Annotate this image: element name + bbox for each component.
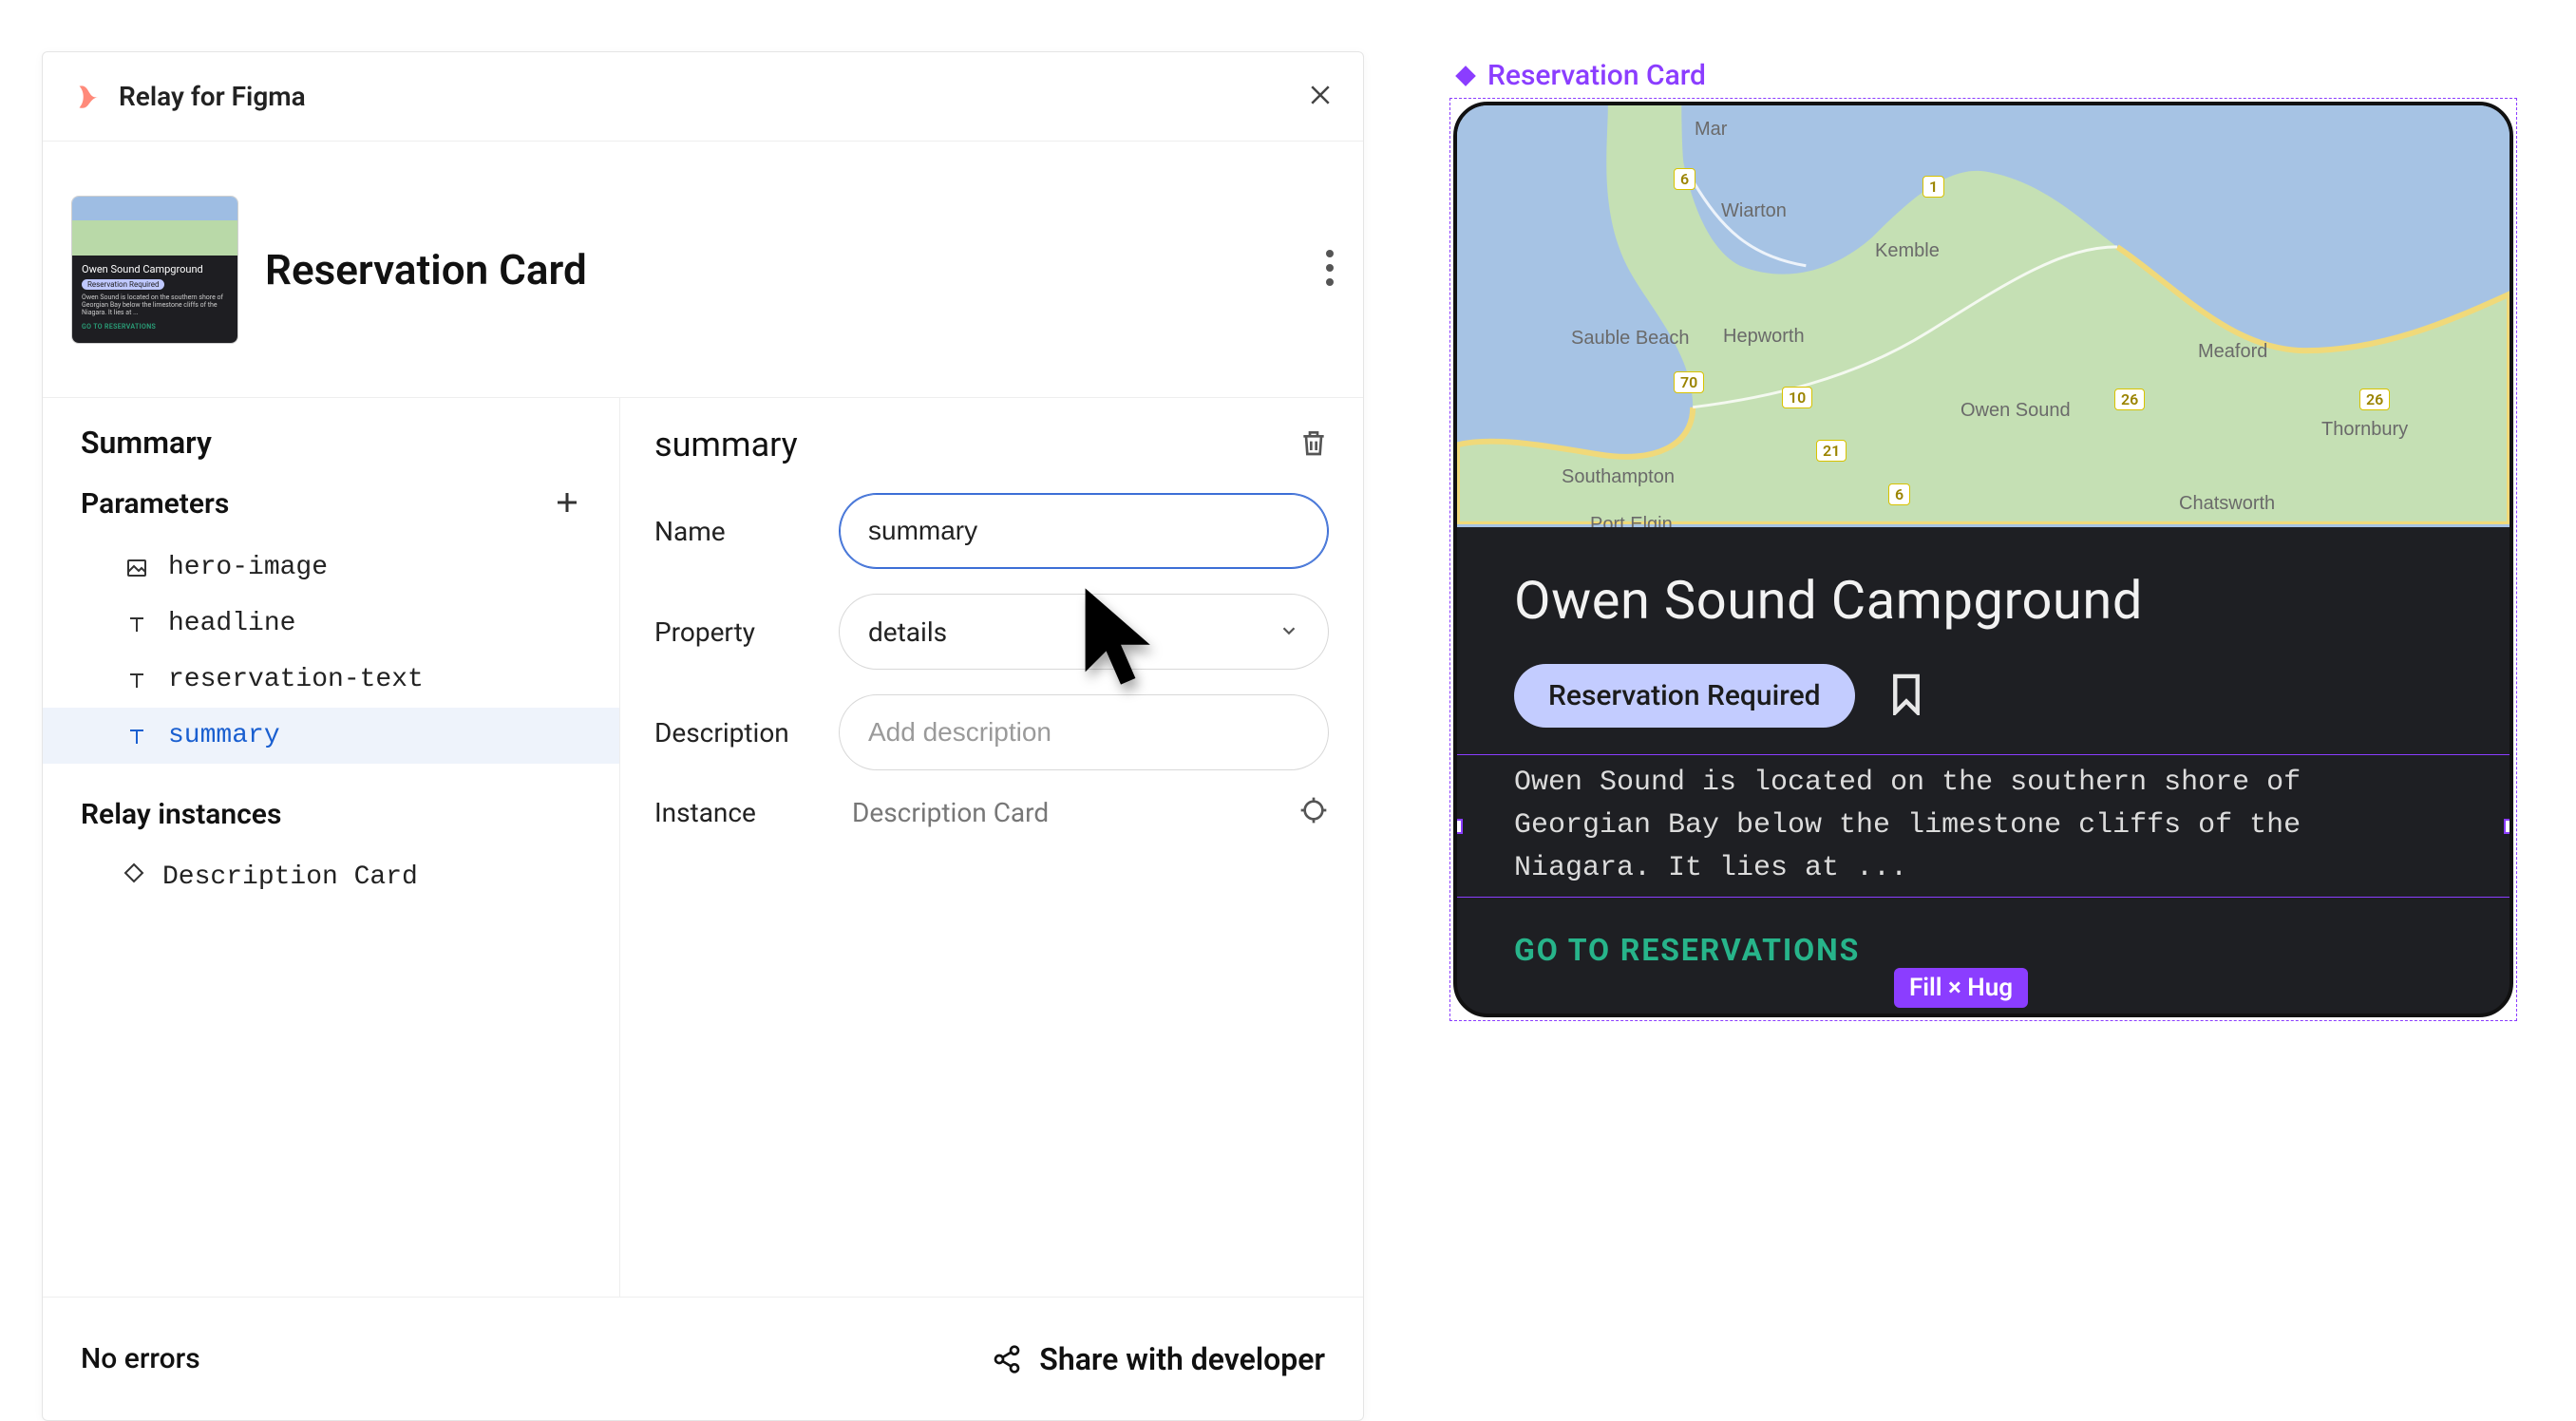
share-label: Share with developer (1039, 1341, 1325, 1377)
name-input[interactable] (839, 493, 1329, 569)
more-menu-button[interactable] (1325, 249, 1335, 291)
param-label: headline (168, 609, 295, 638)
card-body: Owen Sound Campground Reservation Requir… (1457, 527, 2510, 1014)
instance-item-description-card[interactable]: Description Card (43, 848, 619, 906)
component-header: Owen Sound Campground Reservation Requir… (43, 142, 1363, 398)
design-canvas: Reservation Card Mar Wiarton Kemble Saub… (1453, 59, 2513, 1017)
map-place-owen: Owen Sound (1960, 400, 2071, 422)
component-badge-label: Reservation Card (1487, 59, 1706, 92)
map-place-chatsworth: Chatsworth (2179, 493, 2275, 515)
instance-label-text: Instance (654, 797, 816, 828)
panel-body: Summary Parameters hero-image (43, 398, 1363, 1297)
text-icon (123, 725, 151, 748)
property-value: details (868, 616, 947, 648)
instance-value: Description Card (852, 797, 1049, 828)
map-place-wiarton: Wiarton (1721, 200, 1787, 222)
component-diamond-icon (1453, 64, 1478, 88)
component-thumbnail: Owen Sound Campground Reservation Requir… (71, 196, 238, 344)
card-summary-text: Owen Sound is located on the southern sh… (1514, 762, 2453, 890)
text-icon (123, 613, 151, 635)
property-label: Property (654, 616, 816, 648)
text-icon (123, 669, 151, 692)
param-item-hero-image[interactable]: hero-image (43, 540, 619, 596)
hero-map: Mar Wiarton Kemble Sauble Beach Hepworth… (1457, 105, 2510, 527)
meta-row: Reservation Required (1514, 664, 2453, 728)
name-label: Name (654, 516, 816, 547)
map-place-portelgin: Port Elgin (1590, 514, 1673, 527)
map-place-southampton: Southampton (1562, 466, 1675, 488)
plugin-title: Relay for Figma (119, 81, 306, 112)
relay-instances-heading: Relay instances (43, 764, 619, 848)
left-column: Summary Parameters hero-image (43, 398, 620, 1297)
locate-instance-button[interactable] (1298, 795, 1329, 829)
instance-label: Description Card (162, 862, 418, 892)
add-parameter-button[interactable] (553, 488, 581, 521)
error-status: No errors (81, 1342, 200, 1375)
selection-size-badge: Fill × Hug (1894, 968, 2028, 1008)
component-badge[interactable]: Reservation Card (1453, 59, 2513, 92)
summary-selection-wrap: Owen Sound is located on the southern sh… (1514, 762, 2453, 890)
param-label: summary (168, 721, 280, 750)
selection-handle-right[interactable] (2504, 819, 2513, 834)
param-label: reservation-text (168, 665, 424, 694)
relay-plugin-panel: Relay for Figma Owen Sound Campground Re… (42, 51, 1364, 1421)
share-with-developer-button[interactable]: Share with developer (992, 1341, 1325, 1377)
reservation-card: Mar Wiarton Kemble Sauble Beach Hepworth… (1453, 102, 2513, 1017)
param-item-headline[interactable]: headline (43, 596, 619, 652)
map-place-sauble: Sauble Beach (1571, 328, 1690, 350)
close-button[interactable] (1306, 81, 1335, 113)
selection-handle-left[interactable] (1453, 819, 1463, 834)
map-illustration (1457, 105, 2510, 524)
parameter-list: hero-image headline reservation-text (43, 540, 619, 764)
param-item-summary[interactable]: summary (43, 708, 619, 764)
relay-logo-icon (71, 81, 104, 113)
panel-footer: No errors Share with developer (43, 1297, 1363, 1420)
image-icon (123, 557, 151, 579)
reservation-chip: Reservation Required (1514, 664, 1855, 728)
map-place-mar: Mar (1695, 119, 1727, 141)
delete-button[interactable] (1298, 427, 1329, 462)
map-place-thornbury: Thornbury (2321, 419, 2408, 441)
parameters-header: Parameters (43, 487, 619, 540)
map-place-kemble: Kemble (1875, 240, 1940, 262)
bookmark-icon[interactable] (1889, 673, 1923, 719)
card-title: Owen Sound Campground (1514, 569, 2453, 632)
param-item-reservation-text[interactable]: reservation-text (43, 652, 619, 708)
component-name: Reservation Card (265, 245, 587, 294)
map-place-hepworth: Hepworth (1723, 326, 1805, 348)
param-label: hero-image (168, 553, 328, 582)
map-place-meaford: Meaford (2198, 341, 2267, 363)
cta-link[interactable]: GO TO RESERVATIONS (1514, 932, 2453, 968)
description-label: Description (654, 717, 816, 748)
property-select[interactable]: details (839, 594, 1329, 670)
chevron-down-icon (1279, 616, 1299, 648)
parameters-heading: Parameters (81, 487, 229, 521)
description-input[interactable] (839, 694, 1329, 770)
summary-heading: Summary (43, 425, 619, 487)
right-column: summary Name Property details (620, 398, 1363, 1297)
diamond-icon (123, 862, 145, 893)
form-title: summary (654, 425, 798, 464)
plugin-titlebar: Relay for Figma (43, 52, 1363, 142)
